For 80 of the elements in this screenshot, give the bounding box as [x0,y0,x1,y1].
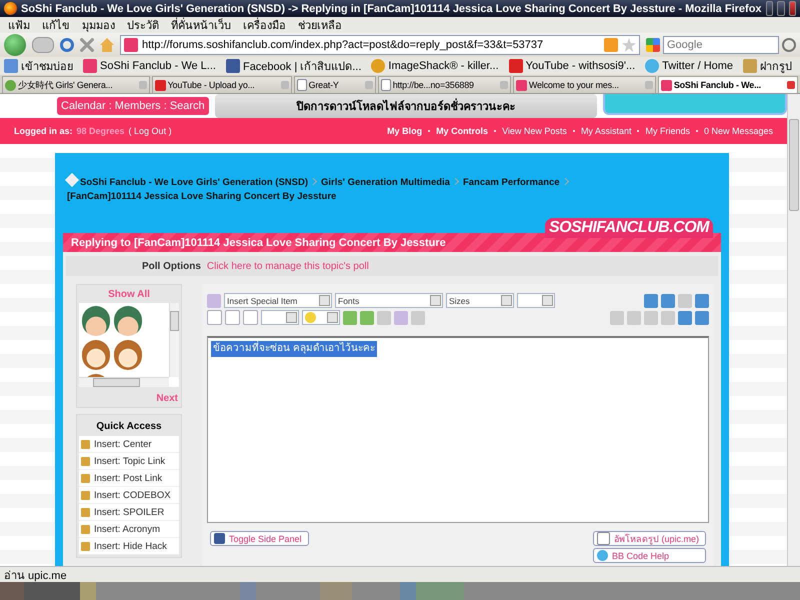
emoticon-icon[interactable] [82,306,110,336]
quick-access-item[interactable]: Insert: Center [79,436,179,453]
font-color-dropdown[interactable] [261,310,299,325]
user-menu-link[interactable]: My Friends [645,126,690,136]
quick-access-item[interactable]: Insert: Acronym [79,521,179,538]
breadcrumb-link[interactable]: Girls' Generation Multimedia [321,177,450,188]
browser-tab[interactable]: 少女時代 Girls' Genera... [2,76,150,93]
document-icon [596,532,610,545]
toggle-side-panel-button[interactable]: Toggle Side Panel [210,531,309,546]
bookmark-link[interactable]: SoShi Fanclub - We L... [100,60,216,72]
editor-dropdown[interactable]: Fonts [335,293,443,308]
bookmark-link[interactable]: ImageShack® - killer... [388,60,499,72]
emoticon-dropdown[interactable] [302,310,340,325]
menu-item[interactable]: แฟ้ม [8,16,30,34]
window-title: SoShi Fanclub - We Love Girls' Generation (SNSD) -> Replying in [FanCam]101114 Jessica Love Sharing Concert By Jessture - Mozilla Firefox [21,2,762,14]
forum-nav-links[interactable]: Calendar : Members : Search [57,97,209,115]
quick-access-item[interactable]: Insert: Topic Link [79,453,179,470]
google-logo-icon [646,38,660,52]
breadcrumb-link[interactable]: Fancam Performance [462,177,560,188]
bookmark-link[interactable]: Facebook | เก้าสิบแปด... [242,57,362,75]
smiley-icon [305,312,316,323]
quick-access-item[interactable]: Insert: Post Link [79,470,179,487]
post-textarea[interactable]: ข้อความที่จะซ่อน คลุมดำเอาไว้นะคะ [207,336,709,523]
minimize-button[interactable] [766,1,774,16]
user-menu-link[interactable]: My Assistant [580,126,632,136]
quick-access-item[interactable]: Insert: Hide Hack [79,538,179,555]
bookmark-link[interactable]: Twitter / Home [662,60,734,72]
stop-icon[interactable] [80,38,94,52]
browser-tab[interactable]: SoShi Fanclub - We... [658,76,798,93]
close-tab-icon[interactable] [786,81,795,89]
close-button[interactable] [788,1,796,16]
text-color-dropdown[interactable] [517,293,555,308]
quick-access-item[interactable]: Insert: SPOILER [79,504,179,521]
user-menu-link[interactable]: View New Posts [502,126,567,136]
page-icon [380,79,391,91]
browser-tab[interactable]: YouTube - Upload yo... [152,76,292,93]
emoticon-icon[interactable] [114,340,142,370]
maximize-button[interactable] [777,1,784,16]
menu-item[interactable]: มุมมอง [82,16,115,34]
quick-access-title: Quick Access [95,420,163,434]
user-menu-link[interactable]: 0 New Messages [704,126,773,136]
menu-item[interactable]: แก้ไข [42,16,70,34]
bookmark-link[interactable]: ฝากรูป [760,57,792,75]
logout-link[interactable]: ( Log Out ) [128,126,172,136]
menu-item[interactable]: เครื่องมือ [243,16,286,34]
home-icon[interactable] [100,38,114,52]
page-scrollbar[interactable] [787,94,800,566]
user-menu-link[interactable]: My Blog [387,126,422,136]
browser-tab[interactable]: http://be...no=356889 [378,76,511,93]
user-menu-link[interactable]: My Controls [436,126,488,136]
bb-code-help-button[interactable]: BB Code Help [592,548,706,563]
menu-item[interactable]: ช่วยเหลือ [298,16,342,34]
reply-title: Replying to [FanCam]101114 Jessica Love Sharing Concert By Jessture [71,236,446,248]
page-icon [296,79,307,91]
poll-options-label: Poll Options [142,260,201,272]
bookmark-link[interactable]: เข้าชมบ่อย [21,57,73,75]
menu-item[interactable]: ที่คั่นหน้าเว็บ [171,16,231,34]
breadcrumb-link[interactable]: [FanCam]101114 Jessica Love Sharing Concert By Jessture [67,191,336,202]
browser-logo-icon [4,2,17,15]
logged-in-label: Logged in as: [14,126,72,136]
editor-dropdown[interactable]: Sizes [446,293,514,308]
upload-image-button[interactable]: อัพโหลดรูป (upic.me) [592,531,706,546]
status-text: อ่าน upic.me [4,568,67,584]
vertical-scrollbar[interactable] [169,303,179,377]
address-field[interactable]: http://forums.soshifanclub.com/index.php?act=post&do=reply_post&f=33&t=53737 [120,35,640,55]
notice-banner: ปิดการดาวน์โหลดไฟล์จากบอร์ดชั่วคราวนะคะ [214,94,597,118]
bookmark-link[interactable]: YouTube - withsosi9'... [526,60,636,72]
back-button[interactable] [4,34,26,56]
editor-dropdown[interactable]: Insert Special Item [224,293,332,308]
menu-item[interactable]: ประวัติ [127,16,159,34]
browser-tab[interactable]: Great-Y [294,76,376,93]
emoticon-icon[interactable] [82,340,110,370]
breadcrumb-link[interactable]: SoShi Fanclub - We Love Girls' Generation (SNSD) [80,177,308,188]
forward-button[interactable] [32,37,54,53]
emoticon-icon[interactable] [114,306,142,336]
search-field[interactable]: Google [663,36,779,54]
quick-access-item[interactable]: Insert: CODEBOX [79,487,179,504]
site-logo: SOSHIFANCLUB.COM [545,218,713,238]
horizontal-scrollbar[interactable] [79,377,169,387]
browser-tab[interactable]: Welcome to your mes... [512,76,656,93]
